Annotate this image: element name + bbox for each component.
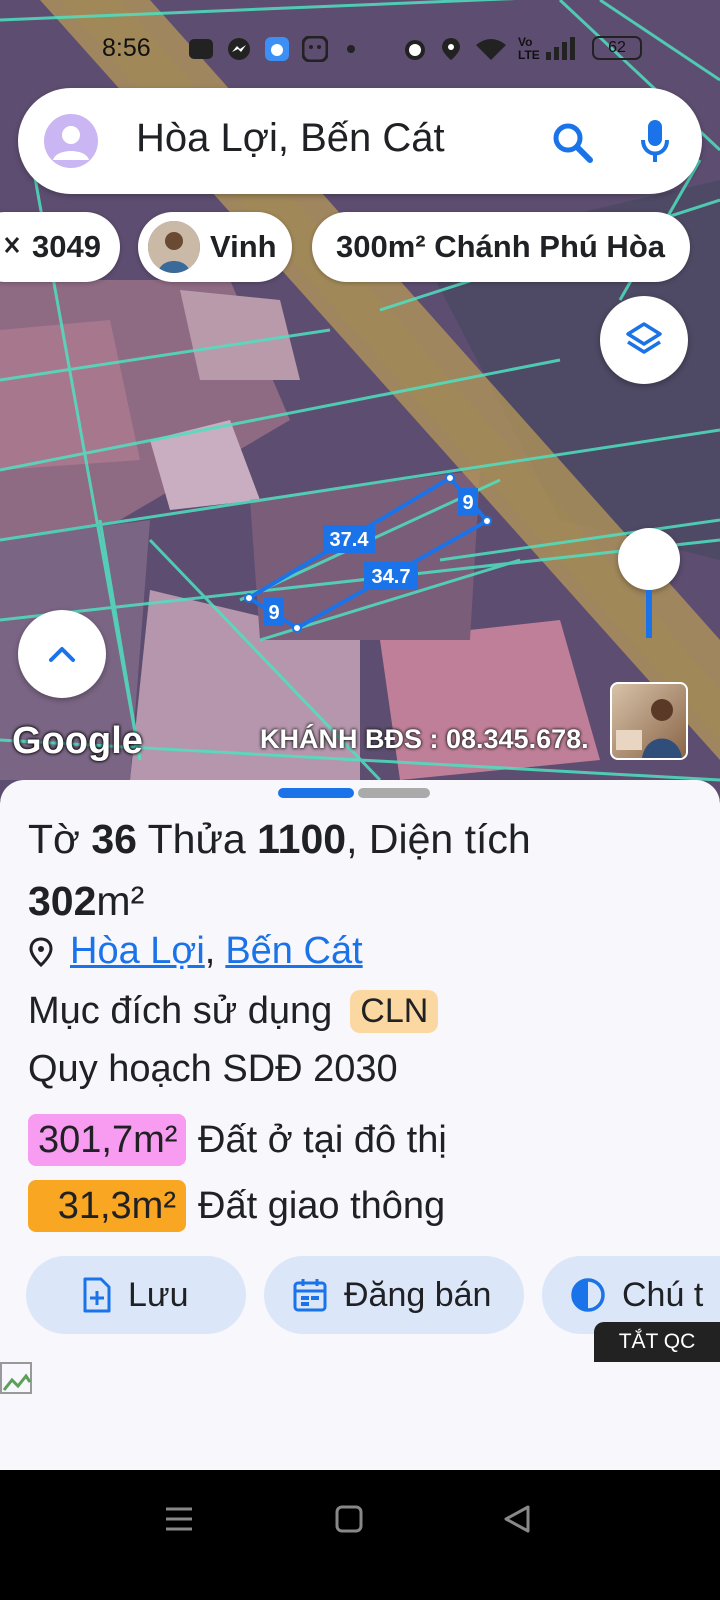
- sheet-label: Tờ: [28, 816, 80, 862]
- expand-button[interactable]: [18, 610, 106, 698]
- purpose-badge: CLN: [350, 990, 439, 1033]
- status-bar: 8:56 Vo LTE 62: [0, 30, 720, 70]
- broken-image-icon: [0, 1362, 32, 1394]
- post-sale-label: Đăng bán: [344, 1275, 492, 1314]
- search-bar[interactable]: Hòa Lợi, Bến Cát: [18, 88, 702, 194]
- parcel-label: Thửa: [147, 816, 246, 862]
- district-link[interactable]: Bến Cát: [225, 930, 362, 973]
- ward-link[interactable]: Hòa Lợi: [70, 930, 205, 973]
- save-button[interactable]: Lưu: [26, 1256, 246, 1334]
- add-file-icon: [83, 1277, 111, 1313]
- layers-icon: [626, 322, 662, 354]
- battery-icon: 62: [592, 36, 642, 60]
- land-area-badge: 31,3m²: [28, 1180, 186, 1232]
- google-logo: Google: [12, 720, 143, 762]
- search-icon[interactable]: [550, 120, 594, 164]
- search-input[interactable]: Hòa Lợi, Bến Cát: [136, 116, 445, 161]
- edge-label-bottom: 34.7: [372, 566, 411, 588]
- home-icon[interactable]: [334, 1504, 364, 1534]
- location-icon: [442, 38, 460, 60]
- sheet-handle[interactable]: [358, 788, 430, 798]
- note-label: Chú t: [622, 1275, 704, 1314]
- plan-label: Quy hoạch SDĐ 2030: [28, 1048, 398, 1090]
- weather-icon: [265, 37, 289, 61]
- navigation-bar: [0, 1470, 720, 1600]
- user-photo: [148, 221, 200, 273]
- calendar-icon: [293, 1279, 327, 1312]
- battery-level: 62: [608, 39, 626, 56]
- wifi-icon: [476, 39, 506, 60]
- land-use-type: Đất ở tại đô thị: [198, 1118, 447, 1161]
- chip-user-vinh[interactable]: Vinh: [138, 212, 292, 282]
- purpose-row: Mục đích sử dụng CLN: [28, 990, 439, 1033]
- parcel-icon: [4, 237, 20, 253]
- edge-label-right: 9: [462, 492, 473, 514]
- map-slider-handle[interactable]: [618, 528, 680, 590]
- signal-icon: [546, 37, 575, 60]
- network-label: Vo LTE: [518, 35, 540, 62]
- sheet-number: 36: [91, 816, 137, 862]
- location-separator: ,: [204, 930, 216, 972]
- chip-label: 300m² Chánh Phú Hòa: [336, 229, 665, 264]
- location-pin-icon: [29, 936, 53, 967]
- layers-button[interactable]: [600, 296, 688, 384]
- edge-label-left: 9: [268, 602, 279, 624]
- status-time: 8:56: [102, 34, 151, 62]
- parcel-title: Tờ 36 Thửa 1100, Diện tích 302m²: [28, 808, 668, 932]
- smiley-app-icon: [302, 36, 328, 62]
- chip-label: 3049: [32, 229, 101, 264]
- street-photo-thumbnail[interactable]: [610, 682, 688, 760]
- map-view[interactable]: 37.4 34.7 9 9 8:56 Vo LTE 62 Hòa Lợi, Bế…: [0, 0, 720, 800]
- microphone-icon[interactable]: [640, 118, 670, 164]
- land-use-row: 301,7m² Đất ở tại đô thị: [28, 1114, 447, 1166]
- land-use-row: 31,3m² Đất giao thông: [28, 1180, 445, 1232]
- user-avatar-icon: [53, 126, 89, 160]
- messenger-icon: [228, 38, 250, 60]
- edge-label-top: 37.4: [330, 529, 370, 551]
- chevron-up-icon: [49, 647, 75, 662]
- area-label: , Diện tích: [346, 816, 531, 862]
- zalo-icon: [189, 39, 213, 59]
- map-slider-track[interactable]: [646, 590, 652, 638]
- post-sale-button[interactable]: Đăng bán: [264, 1256, 524, 1334]
- avatar[interactable]: [44, 114, 98, 168]
- turn-off-ads-button[interactable]: TẮT QC: [594, 1322, 720, 1362]
- chip-label: Vinh: [210, 229, 277, 264]
- parcel-info-sheet: Tờ 36 Thửa 1100, Diện tích 302m² Hòa Lợi…: [0, 780, 720, 1470]
- location-row: Hòa Lợi, Bến Cát: [28, 930, 363, 973]
- menu-icon[interactable]: [164, 1504, 194, 1534]
- sheet-handle-active[interactable]: [278, 788, 354, 798]
- chip-parcel-3049[interactable]: 3049: [0, 212, 120, 282]
- back-icon[interactable]: [502, 1504, 532, 1534]
- alarm-icon: [405, 40, 425, 60]
- purpose-label: Mục đích sử dụng: [28, 990, 333, 1032]
- watermark: KHÁNH BĐS : 08.345.678.: [260, 724, 589, 754]
- save-label: Lưu: [128, 1275, 189, 1314]
- area-value: 302: [28, 878, 97, 924]
- dot-icon: [347, 45, 355, 53]
- area-unit: m²: [96, 878, 145, 924]
- land-area-badge: 301,7m²: [28, 1114, 186, 1166]
- chip-listing[interactable]: 300m² Chánh Phú Hòa: [312, 212, 690, 282]
- parcel-number: 1100: [257, 816, 347, 862]
- contrast-icon: [571, 1278, 605, 1312]
- land-use-type: Đất giao thông: [198, 1184, 446, 1227]
